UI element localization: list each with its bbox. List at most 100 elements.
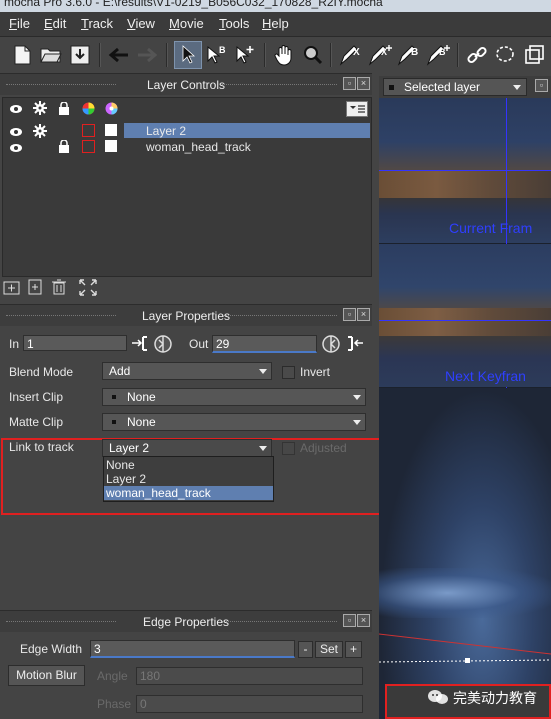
out-field[interactable]: 29 xyxy=(212,335,317,353)
layer-controls-title: Layer Controls xyxy=(146,78,226,92)
set-in-point-icon[interactable] xyxy=(131,335,149,352)
woman-head-lock-icon[interactable] xyxy=(58,139,70,156)
adjusted-checkbox[interactable] xyxy=(282,442,295,455)
insert-clip-select[interactable]: None xyxy=(102,388,366,406)
fit-layers-icon[interactable] xyxy=(79,279,97,299)
lock-icon[interactable] xyxy=(58,101,70,118)
select-pointer-icon[interactable] xyxy=(174,41,202,69)
next-keyframe-label: Next Keyfran xyxy=(445,368,526,384)
phase-field[interactable]: 0 xyxy=(136,695,363,713)
in-field[interactable]: 1 xyxy=(23,335,127,351)
woman-head-name[interactable]: woman_head_track xyxy=(146,140,251,154)
close-panel-icon[interactable]: × xyxy=(357,614,370,627)
new-layer-icon[interactable] xyxy=(3,279,21,298)
layer-2-gear-icon[interactable] xyxy=(33,124,47,141)
angle-field[interactable]: 180 xyxy=(136,667,363,685)
dropdown-option-woman-head-track[interactable]: woman_head_track xyxy=(106,486,211,500)
pen-b-plus-icon[interactable]: B xyxy=(425,42,451,68)
layer-controls-header: Layer Controls ▫ × xyxy=(0,73,372,95)
color-wheel-icon[interactable] xyxy=(82,102,95,118)
viewer-header: Selected layer ▫ xyxy=(379,76,551,98)
menu-view[interactable]: View xyxy=(127,16,155,31)
tracking-spline[interactable] xyxy=(379,598,551,668)
adjusted-label: Adjusted xyxy=(300,441,347,455)
pen-x-plus-icon[interactable]: X xyxy=(367,42,393,68)
edge-width-field[interactable]: 3 xyxy=(90,640,295,658)
main-toolbar: B X X B B xyxy=(0,37,551,73)
clip-dot-icon xyxy=(112,420,116,424)
pen-b-icon[interactable]: B xyxy=(396,42,422,68)
angle-label: Angle xyxy=(97,669,128,683)
motion-blur-button[interactable]: Motion Blur xyxy=(8,665,85,686)
layer-2-white-swatch[interactable] xyxy=(105,124,117,136)
color-wheel-alt-icon[interactable] xyxy=(105,102,118,118)
layer-2-name[interactable]: Layer 2 xyxy=(146,124,186,138)
menu-edit[interactable]: Edit xyxy=(44,16,66,31)
visibility-eye-icon[interactable] xyxy=(9,103,23,117)
edge-width-label: Edge Width xyxy=(20,642,83,656)
layer-2-visibility-icon[interactable] xyxy=(9,126,23,140)
set-out-point-icon[interactable] xyxy=(346,335,364,352)
woman-head-visibility-icon[interactable] xyxy=(9,142,23,156)
layer-2-color-swatch[interactable] xyxy=(82,124,95,137)
scope-dot-icon xyxy=(389,85,394,90)
woman-head-color-swatch[interactable] xyxy=(82,140,95,153)
new-file-icon[interactable] xyxy=(9,42,35,68)
in-keyframe-icon[interactable] xyxy=(153,334,173,357)
edge-width-set-button[interactable]: Set xyxy=(315,641,343,658)
edge-properties-title: Edge Properties xyxy=(142,615,230,629)
zoom-icon[interactable] xyxy=(300,42,326,68)
link-to-track-select[interactable]: Layer 2 xyxy=(102,439,272,457)
chevron-down-icon xyxy=(353,395,361,400)
matte-clip-select[interactable]: None xyxy=(102,413,366,431)
svg-text:B: B xyxy=(411,47,418,58)
save-icon[interactable] xyxy=(67,42,93,68)
crop-icon[interactable] xyxy=(521,42,547,68)
forward-arrow-icon[interactable] xyxy=(134,42,160,68)
chevron-down-icon xyxy=(259,369,267,374)
layer-list: Layer 2 woman_head_track xyxy=(2,97,372,277)
svg-text:X: X xyxy=(353,47,360,58)
link-icon[interactable] xyxy=(464,42,490,68)
spline-point[interactable] xyxy=(465,658,470,663)
menu-movie[interactable]: Movie xyxy=(169,16,204,31)
close-panel-icon[interactable]: × xyxy=(357,77,370,90)
gear-icon[interactable] xyxy=(33,101,47,118)
float-panel-icon[interactable]: ▫ xyxy=(343,614,356,627)
hand-pan-icon[interactable] xyxy=(271,42,297,68)
add-point-icon[interactable] xyxy=(232,42,258,68)
trash-icon[interactable] xyxy=(51,279,67,298)
guide-line xyxy=(379,170,551,171)
pen-x-icon[interactable]: X xyxy=(338,42,364,68)
out-keyframe-icon[interactable] xyxy=(321,334,341,357)
menu-track[interactable]: Track xyxy=(81,16,113,31)
layer-scope-value: Selected layer xyxy=(404,80,481,94)
open-folder-icon[interactable] xyxy=(38,42,64,68)
float-panel-icon[interactable]: ▫ xyxy=(535,79,548,92)
float-panel-icon[interactable]: ▫ xyxy=(343,77,356,90)
invert-checkbox[interactable] xyxy=(282,366,295,379)
menu-tools[interactable]: Tools xyxy=(219,16,249,31)
woman-head-white-swatch[interactable] xyxy=(105,140,117,152)
lasso-icon[interactable] xyxy=(492,42,518,68)
blend-mode-value: Add xyxy=(109,364,131,378)
svg-text:B: B xyxy=(219,45,226,55)
viewer-canvas[interactable]: Current Fram Next Keyfran 完美动力教育 xyxy=(379,98,551,719)
select-b-pointer-icon[interactable]: B xyxy=(203,42,229,68)
layer-scope-select[interactable]: Selected layer xyxy=(383,78,527,96)
menu-file[interactable]: File xyxy=(9,16,30,31)
edge-width-minus-button[interactable]: - xyxy=(298,641,313,658)
edge-properties-header: Edge Properties ▫ × xyxy=(0,610,372,632)
menu-bar: File Edit Track View Movie Tools Help xyxy=(0,12,551,37)
close-panel-icon[interactable]: × xyxy=(357,308,370,321)
float-panel-icon[interactable]: ▫ xyxy=(343,308,356,321)
duplicate-layer-icon[interactable] xyxy=(27,279,45,298)
frame-band xyxy=(379,308,551,336)
menu-help[interactable]: Help xyxy=(262,16,289,31)
dropdown-option-none[interactable]: None xyxy=(106,458,135,472)
edge-width-plus-button[interactable]: + xyxy=(345,641,362,658)
layer-menu-icon[interactable] xyxy=(346,101,368,117)
blend-mode-select[interactable]: Add xyxy=(102,362,272,380)
back-arrow-icon[interactable] xyxy=(106,42,132,68)
dropdown-option-layer-2[interactable]: Layer 2 xyxy=(106,472,146,486)
